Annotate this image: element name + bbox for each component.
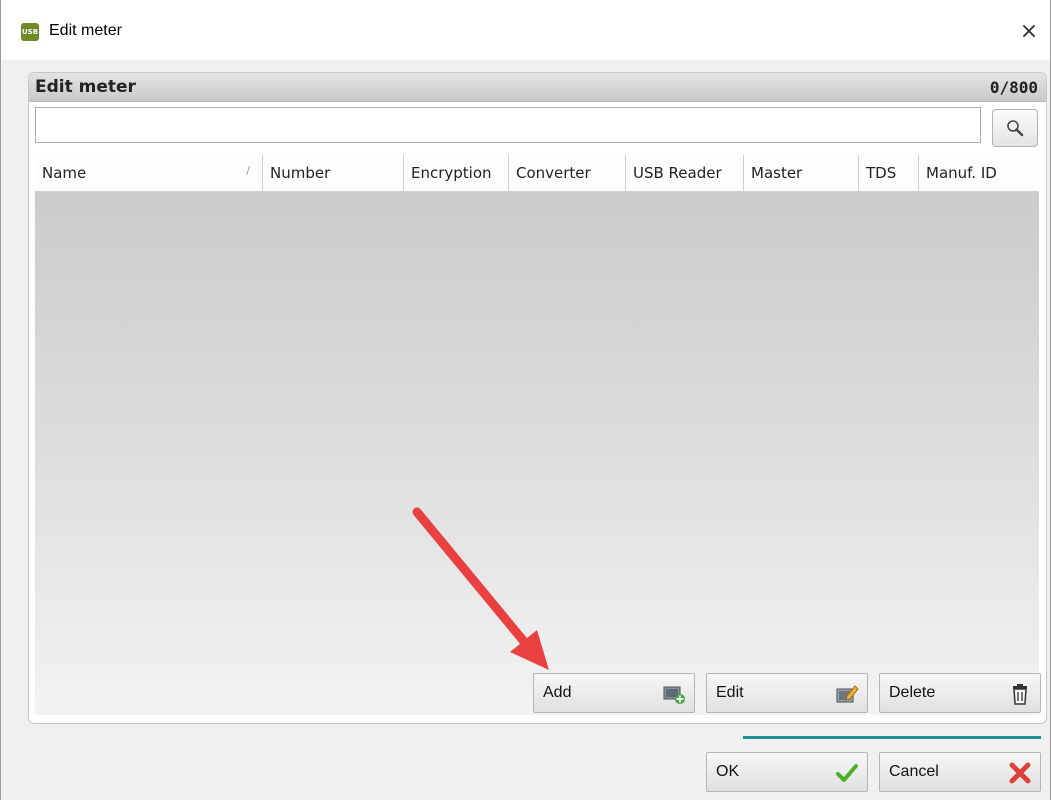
search-button[interactable] — [992, 109, 1038, 147]
close-icon[interactable]: × — [1014, 16, 1044, 46]
app-icon: USB — [21, 23, 39, 41]
delete-button-label: Delete — [889, 684, 936, 701]
add-meter-icon — [663, 686, 685, 704]
sort-indicator-icon: ∕ — [246, 164, 250, 177]
magnifier-icon — [1007, 120, 1024, 137]
panel-header: Edit meter 0/800 — [29, 73, 1046, 102]
trash-icon — [1013, 684, 1027, 705]
checkmark-icon — [836, 764, 858, 782]
column-header-encryption[interactable]: Encryption — [404, 155, 509, 191]
add-button[interactable]: Add — [533, 673, 695, 713]
column-header-converter[interactable]: Converter — [509, 155, 626, 191]
record-count: 0/800 — [989, 78, 1038, 97]
meter-panel: Edit meter 0/800 Name ∕ Number Encryptio… — [28, 72, 1047, 724]
column-header-number[interactable]: Number — [263, 155, 404, 191]
edit-button[interactable]: Edit — [706, 673, 868, 713]
window-title: Edit meter — [49, 22, 122, 39]
column-header-manuf-id[interactable]: Manuf. ID — [919, 155, 1039, 191]
cancel-button-label: Cancel — [889, 763, 939, 780]
column-header-name[interactable]: Name ∕ — [35, 155, 263, 191]
edit-meter-window: USB Edit meter × Edit meter 0/800 Name ∕ — [0, 0, 1051, 800]
cancel-x-icon — [1009, 762, 1031, 784]
column-header-tds[interactable]: TDS — [859, 155, 919, 191]
meter-table: Name ∕ Number Encryption Converter USB R… — [35, 155, 1039, 715]
search-input[interactable] — [35, 107, 981, 143]
edit-meter-icon — [836, 685, 859, 703]
column-header-usb-reader[interactable]: USB Reader — [626, 155, 744, 191]
add-button-label: Add — [543, 684, 572, 701]
ok-button-label: OK — [716, 763, 740, 780]
table-header: Name ∕ Number Encryption Converter USB R… — [35, 155, 1039, 192]
panel-title: Edit meter — [35, 77, 136, 97]
column-header-master[interactable]: Master — [744, 155, 859, 191]
title-bar: USB Edit meter × — [1, 0, 1050, 60]
edit-button-label: Edit — [716, 684, 744, 701]
accent-progress-line — [743, 736, 1041, 739]
delete-button[interactable]: Delete — [879, 673, 1041, 713]
ok-button[interactable]: OK — [706, 752, 868, 792]
cancel-button[interactable]: Cancel — [879, 752, 1041, 792]
